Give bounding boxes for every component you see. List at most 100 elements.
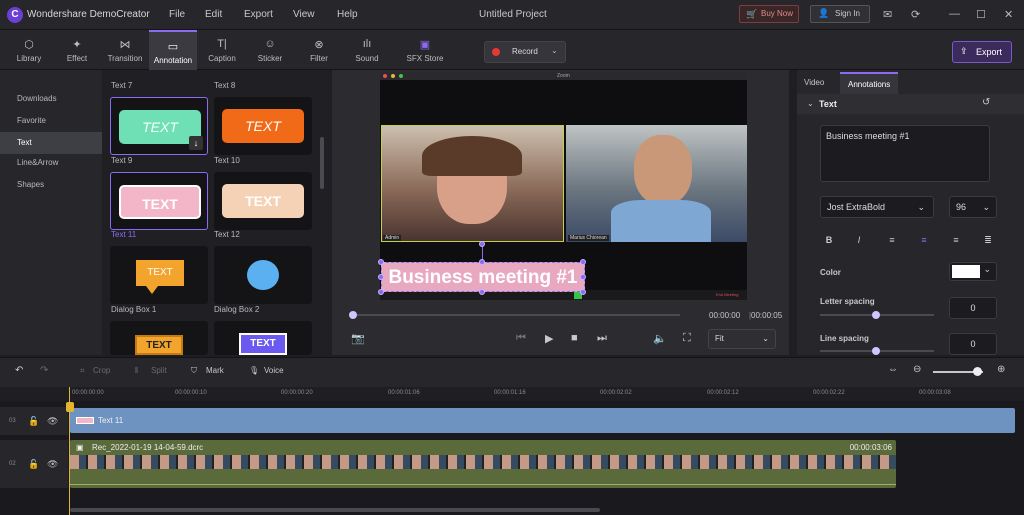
align-center-icon[interactable]: ≡ [917, 233, 931, 247]
align-right-icon[interactable]: ≡ [949, 233, 963, 247]
library-item-text-12[interactable]: TEXT [214, 172, 312, 230]
reset-icon[interactable]: ↺ [982, 97, 990, 108]
zoom-in-icon[interactable]: ⊕ [997, 364, 1005, 375]
resize-handle[interactable] [580, 289, 586, 295]
resize-handle[interactable] [479, 259, 485, 265]
menu-help[interactable]: Help [337, 9, 358, 20]
tab-library[interactable]: ⬡ Library [5, 30, 53, 70]
playback-progress[interactable] [350, 314, 680, 316]
italic-icon[interactable]: I [852, 233, 866, 247]
eye-icon[interactable]: 👁 [47, 459, 58, 470]
playback-knob[interactable] [349, 311, 357, 319]
tab-sticker[interactable]: ☺ Sticker [246, 30, 294, 70]
chevron-down-icon[interactable]: ⌄ [551, 46, 558, 55]
library-scrollbar[interactable] [320, 137, 324, 189]
microphone-icon[interactable]: 🎙 [249, 366, 259, 375]
timeline-zoom-knob[interactable] [973, 367, 982, 376]
tab-sound[interactable]: ılı Sound [343, 30, 391, 70]
tab-filter[interactable]: ⊗ Filter [295, 30, 343, 70]
collapse-chevron-icon[interactable]: ⌄ [807, 99, 814, 108]
resize-handle[interactable] [580, 259, 586, 265]
tab-transition[interactable]: ⋈ Transition [101, 30, 149, 70]
menu-file[interactable]: File [169, 9, 185, 20]
nav-favorite[interactable]: Favorite [0, 110, 102, 132]
resize-handle[interactable] [378, 289, 384, 295]
tool-label: Library [16, 54, 42, 63]
tab-video[interactable]: Video [804, 72, 824, 94]
fullscreen-icon[interactable]: ⛶ [683, 332, 691, 345]
step-forward-icon[interactable]: ⏭ [597, 332, 607, 345]
eye-icon[interactable]: 👁 [47, 416, 58, 427]
tab-annotations[interactable]: Annotations [840, 72, 899, 94]
nav-downloads[interactable]: Downloads [0, 88, 102, 110]
font-size-select[interactable]: 96 ⌄ [949, 196, 997, 218]
mark-icon[interactable]: ⛉ [191, 366, 197, 376]
mail-icon[interactable]: ✉ [883, 8, 892, 21]
crop-icon[interactable]: ⌗ [80, 366, 85, 376]
library-item-dialog-box-2[interactable] [214, 246, 312, 304]
item-label: Text 9 [111, 156, 133, 165]
nav-shapes[interactable]: Shapes [0, 174, 102, 196]
stop-icon[interactable]: ■ [571, 332, 578, 344]
redo-icon[interactable]: ↷ [40, 365, 48, 376]
lock-icon[interactable]: 🔓 [28, 416, 39, 427]
nav-line-arrow[interactable]: Line&Arrow [0, 152, 102, 174]
rotate-handle[interactable] [479, 241, 485, 247]
tab-effect[interactable]: ✦ Effect [53, 30, 101, 70]
lock-icon[interactable]: 🔓 [28, 459, 39, 470]
menu-export[interactable]: Export [244, 9, 273, 20]
resize-handle[interactable] [378, 274, 384, 280]
tab-caption[interactable]: T| Caption [198, 30, 246, 70]
clip-text-11[interactable]: Text 11 [70, 408, 1015, 433]
text-preview: TEXT [135, 335, 183, 355]
timeline-scrollbar[interactable] [70, 508, 600, 512]
library-item-text-9[interactable]: TEXT ↓ [110, 97, 208, 155]
font-select[interactable]: Jost ExtraBold ⌄ [820, 196, 934, 218]
text-content-input[interactable]: Business meeting #1 [820, 125, 990, 182]
letter-spacing-knob[interactable] [872, 311, 880, 319]
color-swatch [952, 265, 980, 278]
text-overlay[interactable]: Business meeting #1 [381, 262, 585, 292]
menu-edit[interactable]: Edit [205, 9, 222, 20]
sign-in-label: Sign In [835, 9, 860, 18]
fit-timeline-icon[interactable]: ⇔ [888, 364, 898, 375]
resize-handle[interactable] [479, 289, 485, 295]
playhead-handle[interactable] [66, 402, 74, 412]
library-item-dialog-box-4[interactable]: TEXT [214, 321, 312, 355]
align-left-icon[interactable]: ≡ [885, 233, 899, 247]
line-spacing-input[interactable]: 0 [949, 333, 997, 355]
screenshot-icon[interactable]: 📷 [351, 332, 365, 345]
library-item-text-11[interactable]: TEXT [110, 172, 208, 230]
align-justify-icon[interactable]: ≣ [981, 233, 995, 247]
zoom-select[interactable]: Fit ⌄ [708, 329, 776, 349]
letter-spacing-input[interactable]: 0 [949, 297, 997, 319]
library-item-dialog-box-3[interactable]: TEXT [110, 321, 208, 355]
split-icon[interactable]: ⫴ [135, 366, 138, 376]
resize-handle[interactable] [378, 259, 384, 265]
split-button[interactable]: Split [151, 366, 167, 375]
tab-annotation[interactable]: ▭ Annotation [149, 30, 197, 70]
line-spacing-knob[interactable] [872, 347, 880, 355]
support-icon[interactable]: ⟳ [911, 8, 920, 21]
undo-icon[interactable]: ↶ [15, 365, 23, 376]
nav-text[interactable]: Text [0, 132, 102, 154]
color-picker[interactable]: ⌄ [949, 262, 997, 281]
volume-icon[interactable]: 🔈 [653, 332, 667, 345]
crop-button[interactable]: Crop [93, 366, 110, 375]
download-icon[interactable]: ↓ [189, 136, 203, 150]
step-back-icon[interactable]: ⏮ [516, 332, 526, 345]
resize-handle[interactable] [580, 274, 586, 280]
play-icon[interactable]: ▶ [545, 332, 553, 345]
library-item-dialog-box-1[interactable]: TEXT [110, 246, 208, 304]
tab-sfx-store[interactable]: ▣ SFX Store [398, 30, 452, 70]
menu-view[interactable]: View [293, 9, 315, 20]
bold-icon[interactable]: B [822, 233, 836, 247]
library-item-text-10[interactable]: TEXT [214, 97, 312, 155]
zoom-out-icon[interactable]: ⊖ [913, 364, 921, 375]
maximize-icon[interactable]: ☐ [976, 8, 986, 21]
mark-button[interactable]: Mark [206, 366, 224, 375]
app-logo-icon: C [7, 7, 23, 23]
close-icon[interactable]: ✕ [1004, 8, 1013, 21]
voice-button[interactable]: Voice [264, 366, 284, 375]
minimize-icon[interactable]: — [949, 8, 960, 20]
